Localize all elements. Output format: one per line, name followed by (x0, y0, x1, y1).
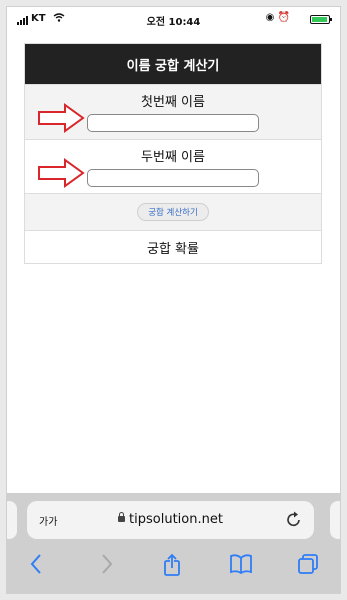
url-display[interactable]: tipsolution.net (27, 511, 314, 527)
safari-toolbar (7, 547, 340, 583)
address-bar[interactable]: 가가 tipsolution.net (27, 501, 314, 539)
red-arrow-icon (38, 103, 85, 133)
second-name-row: 두번째 이름 (25, 139, 321, 193)
safari-bottom-bar: 가가 tipsolution.net (7, 493, 340, 593)
phone-screen: KT 오전 10:44 ◉ ⏰ 이름 궁합 계산기 첫번째 이름 두번째 이름 (6, 6, 341, 594)
tabs-icon[interactable] (297, 553, 319, 579)
reload-icon[interactable] (286, 510, 302, 532)
clock: 오전 10:44 (146, 17, 201, 28)
first-name-row: 첫번째 이름 (25, 84, 321, 139)
red-arrow-icon (38, 158, 85, 188)
next-tab-peek[interactable] (330, 501, 340, 539)
forward-icon[interactable] (100, 553, 114, 579)
first-name-input[interactable] (87, 114, 259, 132)
calculator-title: 이름 궁합 계산기 (25, 44, 321, 84)
share-icon[interactable] (162, 553, 182, 581)
result-label: 궁합 확률 (147, 241, 199, 257)
second-name-input[interactable] (87, 169, 259, 187)
battery-icon (310, 15, 332, 24)
name-compatibility-calculator: 이름 궁합 계산기 첫번째 이름 두번째 이름 궁합 계산하기 궁합 확률 (24, 43, 322, 264)
alarm-icon: ◉ ⏰ (265, 12, 290, 23)
calculate-button[interactable]: 궁합 계산하기 (137, 203, 209, 221)
previous-tab-peek[interactable] (7, 501, 17, 539)
result-row: 궁합 확률 (25, 230, 321, 263)
back-icon[interactable] (29, 553, 43, 579)
url-text: tipsolution.net (129, 512, 223, 527)
status-bar: KT 오전 10:44 ◉ ⏰ (7, 7, 340, 33)
button-row: 궁합 계산하기 (25, 193, 321, 230)
lock-icon (118, 511, 126, 522)
bookmarks-icon[interactable] (229, 553, 253, 579)
